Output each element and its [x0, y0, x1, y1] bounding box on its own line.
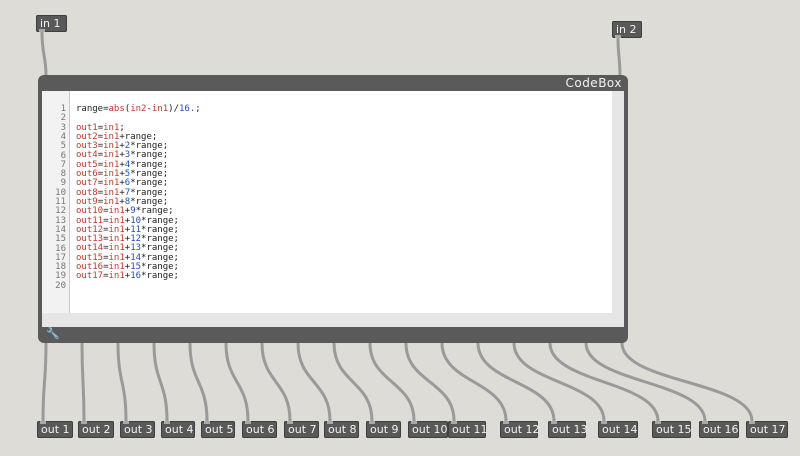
outlet-7-object[interactable]: out 7 — [284, 421, 319, 438]
outlet-12-object[interactable]: out 12 — [500, 421, 540, 438]
code-text[interactable]: range=abs(in2-in1)/16.; out1=in1; out2=in… — [76, 104, 201, 291]
line-number-gutter: 1 2 3 4 5 6 7 8 9 10 11 12 13 14 15 16 17 18 19 20 — [42, 91, 70, 313]
outlet-4-label: out 4 — [165, 423, 194, 436]
cord-in2[interactable] — [616, 37, 622, 78]
outlet-1-object[interactable]: out 1 — [37, 421, 73, 438]
inlet-2-object[interactable]: in 2 — [612, 21, 642, 38]
outlet-15-inlet-port[interactable] — [655, 421, 661, 424]
outlet-8-inlet-port[interactable] — [327, 421, 333, 424]
outlet-4-inlet-port[interactable] — [164, 421, 170, 424]
outlet-9-inlet-port[interactable] — [369, 421, 375, 424]
outlet-13-label: out 13 — [552, 423, 588, 436]
code-line[interactable] — [76, 282, 201, 291]
cord-out13[interactable] — [476, 341, 556, 423]
outlet-14-object[interactable]: out 14 — [598, 421, 638, 438]
cord-out1[interactable] — [41, 341, 48, 423]
inlet-1-object[interactable]: in 1 — [36, 15, 67, 32]
codebox-title: CodeBox — [565, 76, 622, 90]
cord-out12[interactable] — [440, 341, 508, 423]
outlet-16-label: out 16 — [703, 423, 739, 436]
outlet-9-object[interactable]: out 9 — [366, 421, 401, 438]
outlet-5-inlet-port[interactable] — [204, 421, 210, 424]
outlet-4-object[interactable]: out 4 — [161, 421, 195, 438]
cord-out9[interactable] — [332, 341, 374, 423]
outlet-17-object[interactable]: out 17 — [746, 421, 788, 438]
outlet-13-object[interactable]: out 13 — [548, 421, 588, 438]
outlet-11-object[interactable]: out 11 — [448, 421, 488, 438]
outlet-14-label: out 14 — [602, 423, 638, 436]
outlet-13-inlet-port[interactable] — [551, 421, 557, 424]
outlet-15-label: out 15 — [656, 423, 692, 436]
outlet-3-label: out 3 — [124, 423, 153, 436]
outlet-11-inlet-port[interactable] — [451, 421, 457, 424]
outlet-5-object[interactable]: out 5 — [201, 421, 235, 438]
cord-out6[interactable] — [224, 341, 250, 423]
cord-out15[interactable] — [548, 341, 660, 423]
codebox-object[interactable]: CodeBox 1 2 3 4 5 6 7 8 9 10 11 12 13 14 15 16 17 18 19 20 … — [38, 75, 628, 343]
outlet-8-object[interactable]: out 8 — [324, 421, 359, 438]
outlet-2-label: out 2 — [82, 423, 111, 436]
outlet-6-object[interactable]: out 6 — [242, 421, 277, 438]
code-line[interactable]: out17=in1+16*range; — [76, 272, 201, 282]
cord-out2[interactable] — [80, 341, 86, 423]
outlet-10-object[interactable]: out 10 — [408, 421, 448, 438]
outlet-3-object[interactable]: out 3 — [120, 421, 155, 438]
outlet-5-label: out 5 — [205, 423, 234, 436]
outlet-10-inlet-port[interactable] — [411, 421, 417, 424]
outlet-2-object[interactable]: out 2 — [78, 421, 114, 438]
outlet-1-label: out 1 — [41, 423, 70, 436]
outlet-8-label: out 8 — [328, 423, 357, 436]
outlet-9-label: out 9 — [370, 423, 399, 436]
code-editor[interactable]: 1 2 3 4 5 6 7 8 9 10 11 12 13 14 15 16 17 18 19 20 range=ab… — [42, 91, 612, 313]
inlet-1-outlet-port[interactable] — [39, 29, 45, 32]
cord-out4[interactable] — [152, 341, 169, 423]
cord-out7[interactable] — [260, 341, 292, 423]
outlet-16-inlet-port[interactable] — [702, 421, 708, 424]
outlet-16-object[interactable]: out 16 — [699, 421, 739, 438]
outlet-6-inlet-port[interactable] — [245, 421, 251, 424]
outlet-3-inlet-port[interactable] — [123, 421, 129, 424]
line-number: 20 — [55, 280, 66, 291]
cord-out17[interactable] — [620, 341, 754, 423]
outlet-14-inlet-port[interactable] — [601, 421, 607, 424]
outlet-11-label: out 11 — [452, 423, 488, 436]
inlet-2-outlet-port[interactable] — [615, 35, 621, 38]
cord-out10[interactable] — [368, 341, 416, 423]
wrench-icon[interactable]: 🔧 — [46, 328, 60, 340]
cord-out8[interactable] — [296, 341, 332, 423]
cord-out5[interactable] — [188, 341, 209, 423]
outlet-1-inlet-port[interactable] — [40, 421, 46, 424]
outlet-12-label: out 12 — [504, 423, 540, 436]
outlet-6-label: out 6 — [246, 423, 275, 436]
code-line[interactable]: range=abs(in2-in1)/16.; — [76, 104, 201, 114]
cord-out14[interactable] — [512, 341, 606, 423]
outlet-10-label: out 10 — [412, 423, 448, 436]
cord-out16[interactable] — [584, 341, 707, 423]
codebox-frame: 1 2 3 4 5 6 7 8 9 10 11 12 13 14 15 16 17 18 19 20 range=ab… — [42, 91, 624, 327]
outlet-2-inlet-port[interactable] — [81, 421, 87, 424]
outlet-15-object[interactable]: out 15 — [652, 421, 692, 438]
outlet-7-inlet-port[interactable] — [287, 421, 293, 424]
cord-out3[interactable] — [116, 341, 128, 423]
outlet-7-label: out 7 — [288, 423, 317, 436]
cord-out11[interactable] — [404, 341, 456, 423]
cord-in1[interactable] — [40, 31, 48, 78]
outlet-17-inlet-port[interactable] — [749, 421, 755, 424]
outlet-12-inlet-port[interactable] — [503, 421, 509, 424]
outlet-17-label: out 17 — [750, 423, 786, 436]
